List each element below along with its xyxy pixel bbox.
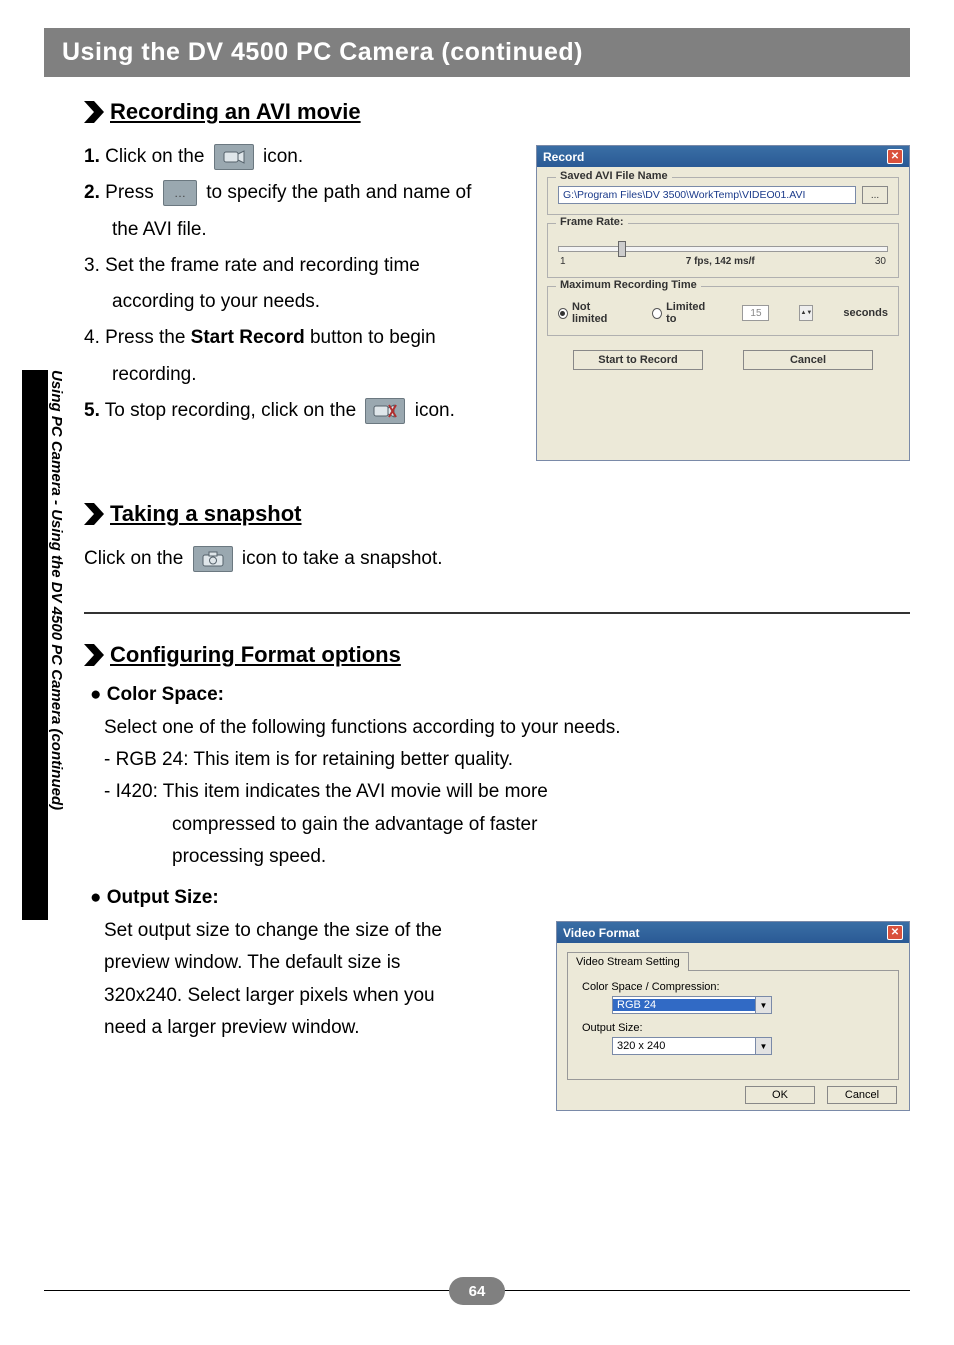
record-dialog-titlebar: Record ✕ [537, 146, 909, 167]
browse-tool-icon: … [163, 180, 197, 206]
browse-button[interactable]: ... [862, 186, 888, 204]
slider-mid: 7 fps, 142 ms/f [566, 256, 875, 267]
vf-os-value: 320 x 240 [613, 1040, 755, 1052]
format-heading-text: Configuring Format options [110, 642, 401, 668]
record-dialog-title-text: Record [543, 150, 584, 164]
section-heading-recording: Recording an AVI movie [84, 99, 910, 125]
record-tool-icon [214, 144, 254, 170]
ok-button[interactable]: OK [745, 1086, 815, 1104]
snapshot-heading-text: Taking a snapshot [110, 501, 302, 527]
slider-thumb-icon[interactable] [618, 241, 626, 257]
vf-cs-value: RGB 24 [613, 999, 755, 1011]
output-size-heading: Output Size: [90, 887, 910, 909]
step5-num: 5. [84, 400, 100, 421]
close-icon[interactable]: ✕ [887, 925, 903, 940]
frame-rate-label: Frame Rate: [556, 216, 628, 228]
step5-txt-a: To stop recording, click on the [105, 400, 356, 421]
snap-a: Click on the [84, 548, 183, 569]
vf-title-text: Video Format [563, 926, 639, 940]
max-rec-label: Maximum Recording Time [556, 279, 701, 291]
side-tab-text: Using PC Camera - Using the DV 4500 PC C… [48, 370, 65, 810]
step2-txt-c: the AVI file. [84, 214, 516, 246]
step5-txt-b: icon. [415, 400, 455, 421]
step3-txt-b: according to your needs. [84, 286, 516, 318]
recording-heading-text: Recording an AVI movie [110, 99, 361, 125]
start-record-button[interactable]: Start to Record [573, 350, 703, 370]
step1-txt-b: icon. [263, 146, 303, 167]
step1-txt-a: Click on the [105, 146, 204, 167]
cancel-button[interactable]: Cancel [827, 1086, 897, 1104]
radio-checked-icon [558, 308, 568, 319]
step2-txt-a: Press [105, 182, 154, 203]
video-format-dialog: Video Format ✕ Video Stream Setting Colo… [556, 921, 910, 1111]
not-limited-text: Not limited [572, 301, 622, 325]
vf-dialog-titlebar: Video Format ✕ [557, 922, 909, 943]
cs-line3: - I420: This item indicates the AVI movi… [104, 776, 910, 808]
side-black-tab [22, 370, 48, 920]
cs-line2: - RGB 24: This item is for retaining bet… [104, 744, 910, 776]
os-line2: preview window. The default size is [104, 947, 536, 979]
stop-record-tool-icon [365, 398, 405, 424]
chevron-bullet-icon [84, 503, 104, 525]
cs-line3b: compressed to gain the advantage of fast… [172, 809, 910, 841]
radio-unchecked-icon [652, 308, 662, 319]
snapshot-text: Click on the icon to take a snapshot. [84, 543, 910, 575]
chevron-down-icon[interactable]: ▼ [755, 1038, 771, 1054]
vf-cs-label: Color Space / Compression: [582, 981, 888, 993]
chevron-bullet-icon [84, 101, 104, 123]
snap-b: icon to take a snapshot. [242, 548, 443, 569]
step2-txt-b: to specify the path and name of [206, 182, 471, 203]
avi-path-input[interactable]: G:\Program Files\DV 3500\WorkTemp\VIDEO0… [558, 186, 856, 204]
tab-video-stream[interactable]: Video Stream Setting [567, 952, 689, 971]
cs-line3c: processing speed. [172, 841, 910, 873]
radio-not-limited[interactable]: Not limited [558, 301, 622, 325]
section-heading-snapshot: Taking a snapshot [84, 501, 910, 527]
step4-txt-c: button to begin [305, 327, 436, 348]
seconds-input[interactable]: 15 [742, 305, 769, 321]
step1-num: 1. [84, 146, 100, 167]
page-title-bar: Using the DV 4500 PC Camera (continued) [44, 28, 910, 77]
os-line1: Set output size to change the size of th… [104, 915, 536, 947]
section-divider [84, 612, 910, 614]
step4-txt-d: recording. [84, 359, 516, 391]
step4-bold: Start Record [191, 327, 305, 348]
frame-rate-slider[interactable] [558, 246, 888, 252]
step3-txt-a: 3. Set the frame rate and recording time [84, 255, 420, 276]
vf-os-label: Output Size: [582, 1022, 888, 1034]
chevron-bullet-icon [84, 644, 104, 666]
color-space-combo[interactable]: RGB 24 ▼ [612, 996, 772, 1014]
spin-buttons-icon[interactable]: ▲▼ [799, 305, 813, 321]
section-heading-format: Configuring Format options [84, 642, 910, 668]
vf-tab-panel: Color Space / Compression: RGB 24 ▼ Outp… [567, 970, 899, 1080]
record-dialog: Record ✕ Saved AVI File Name G:\Program … [536, 145, 910, 461]
saved-file-label: Saved AVI File Name [556, 170, 672, 182]
output-size-combo[interactable]: 320 x 240 ▼ [612, 1037, 772, 1055]
step4-txt-a: 4. Press the [84, 327, 191, 348]
step2-num: 2. [84, 182, 100, 203]
limited-to-text: Limited to [666, 301, 712, 325]
snapshot-camera-icon [193, 546, 233, 572]
radio-limited-to[interactable]: Limited to [652, 301, 712, 325]
close-icon[interactable]: ✕ [887, 149, 903, 164]
cs-line1: Select one of the following functions ac… [104, 712, 910, 744]
page-number-badge: 64 [449, 1277, 505, 1305]
recording-instructions: 1. Click on the icon. 2. Press … to spec… [84, 141, 516, 431]
cancel-button[interactable]: Cancel [743, 350, 873, 370]
slider-max: 30 [875, 256, 886, 267]
os-line3: 320x240. Select larger pixels when you [104, 980, 536, 1012]
seconds-label: seconds [843, 307, 888, 319]
chevron-down-icon[interactable]: ▼ [755, 997, 771, 1013]
os-line4: need a larger preview window. [104, 1012, 536, 1044]
color-space-heading: Color Space: [90, 684, 910, 706]
